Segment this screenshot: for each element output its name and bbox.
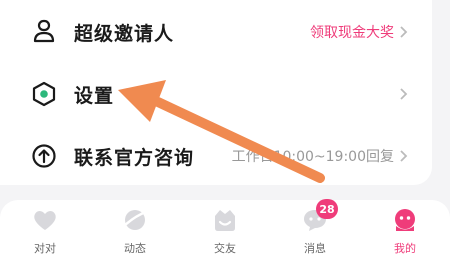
working-hours-text: 工作日10:00~19:00回复: [231, 149, 394, 165]
menu-item-contact-official[interactable]: 联系官方咨询 工作日10:00~19:00回复: [0, 126, 432, 186]
tab-duidui[interactable]: 对对: [0, 200, 90, 264]
planet-icon: [121, 206, 149, 234]
tab-label: 交友: [214, 242, 236, 255]
tab-jiaoyou[interactable]: 交友: [180, 200, 270, 264]
smile-icon: [211, 206, 239, 234]
tab-xiaoxi[interactable]: 消息: [270, 200, 360, 264]
menu-item-label: 设置: [74, 84, 115, 107]
menu-item-label: 超级邀请人: [74, 22, 175, 45]
tab-label: 消息: [304, 242, 326, 255]
tab-label: 对对: [34, 242, 56, 255]
menu-item-super-inviter[interactable]: 超级邀请人 领取现金大奖: [0, 2, 432, 62]
tab-label: 动态: [124, 242, 146, 255]
chevron-right-icon: [396, 24, 412, 40]
menu-item-label: 联系官方咨询: [74, 146, 195, 169]
tab-wode[interactable]: 我的: [360, 200, 450, 264]
chevron-right-icon: [396, 148, 412, 164]
invite-user-icon: [30, 18, 58, 46]
heart-icon: [31, 206, 59, 234]
unread-count-badge: 28: [316, 199, 338, 219]
settings-icon: [30, 80, 58, 108]
bottom-tab-bar: 对对 动态 交友 消息 我的: [0, 200, 450, 264]
upload-circle-icon: [30, 142, 58, 170]
tab-label: 我的: [394, 242, 416, 255]
profile-icon: [391, 206, 419, 234]
cash-prize-link[interactable]: 领取现金大奖: [310, 22, 394, 42]
chevron-right-icon: [396, 86, 412, 102]
menu-item-settings[interactable]: 设置: [0, 64, 432, 124]
menu-card: 超级邀请人 领取现金大奖 设置 联系官方咨询 工作日10:00~19:00回复: [0, 0, 432, 185]
tab-dongtai[interactable]: 动态: [90, 200, 180, 264]
